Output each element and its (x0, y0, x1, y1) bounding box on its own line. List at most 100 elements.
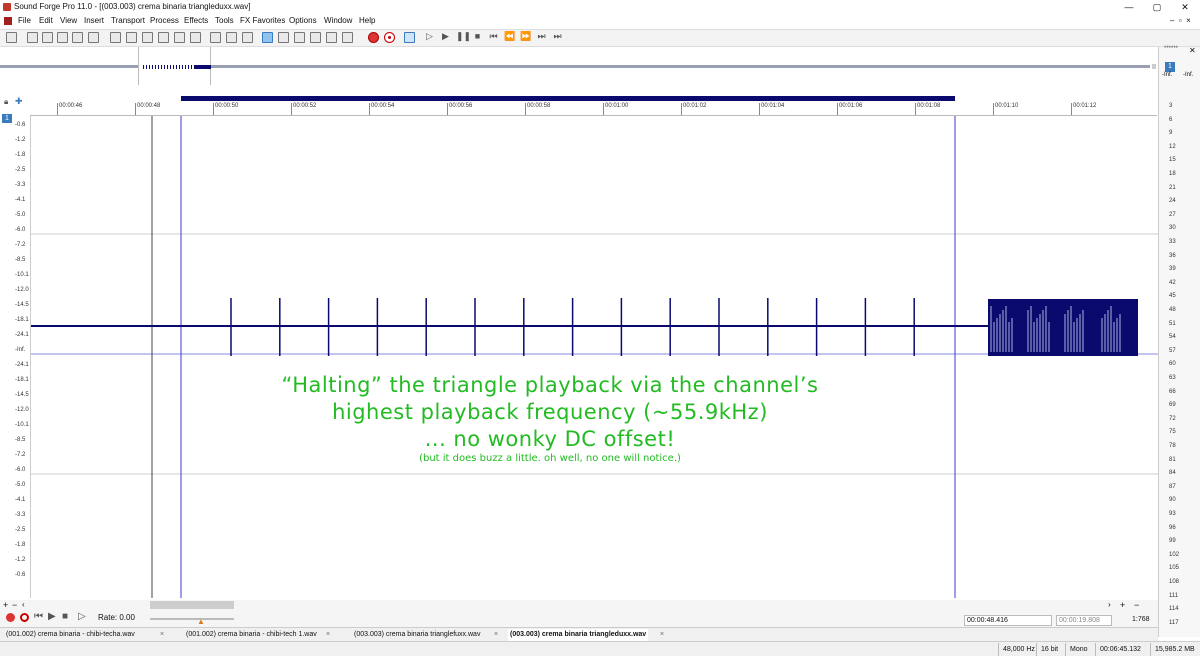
horizontal-scrollbar[interactable] (150, 601, 234, 609)
render-icon[interactable] (72, 32, 83, 43)
record-arm-icon[interactable] (384, 32, 395, 43)
menu-fx-favorites[interactable]: FX Favorites (240, 14, 285, 27)
play-all-icon[interactable]: ▷ (424, 32, 435, 43)
db-scale-label: -8.5 (15, 257, 26, 263)
app-icon (3, 3, 11, 11)
loop-icon[interactable] (404, 32, 415, 43)
event-tool-icon[interactable] (326, 32, 337, 43)
overview-wave-block (194, 65, 211, 69)
properties-icon[interactable] (88, 32, 99, 43)
length-field[interactable]: 00:00:19.808 (1056, 615, 1112, 626)
menu-help[interactable]: Help (359, 14, 375, 27)
stop-icon[interactable]: ■ (62, 611, 68, 622)
play-icon[interactable]: ▶ (440, 32, 451, 43)
maximize-button[interactable]: ▢ (1146, 0, 1168, 14)
trim-icon[interactable] (190, 32, 201, 43)
snap-marker-icon[interactable]: ✚ (15, 96, 23, 107)
forward-icon[interactable]: ⏩ (520, 32, 531, 43)
play-icon[interactable]: ▶ (48, 611, 56, 622)
meter-scale-label: 21 (1169, 184, 1176, 191)
scroll-right-icon[interactable]: › (1108, 600, 1111, 609)
position-field[interactable]: 00:00:48.416 (964, 615, 1052, 626)
channel-badge[interactable]: 1 (2, 114, 12, 123)
zoom-in-icon[interactable]: + (3, 600, 8, 610)
scroll-left-icon[interactable]: ‹ (22, 600, 25, 609)
menu-effects[interactable]: Effects (184, 14, 208, 27)
mdi-controls[interactable]: – ▫ × (1170, 14, 1191, 27)
doc-tab-1[interactable]: (001.002) crema binaria - chibi-techa.wa… (6, 629, 135, 641)
vzoom-out-icon[interactable]: − (1134, 600, 1139, 610)
save-as-icon[interactable] (57, 32, 68, 43)
magnify-tool-icon[interactable] (278, 32, 289, 43)
rate-slider[interactable] (150, 618, 234, 620)
rate-slider-thumb[interactable]: ▲ (197, 617, 205, 626)
snap-icon[interactable] (342, 32, 353, 43)
meter-scale-label: 87 (1169, 483, 1176, 490)
menu-tools[interactable]: Tools (215, 14, 234, 27)
doc-tab-3[interactable]: (003.003) crema binaria trianglefuxx.wav (354, 629, 480, 641)
paste-mix-icon[interactable] (158, 32, 169, 43)
doc-tab-close-icon[interactable]: × (160, 629, 164, 641)
play-normal-icon[interactable]: ▷ (78, 611, 86, 622)
new-file-icon[interactable] (6, 32, 17, 43)
menu-view[interactable]: View (60, 14, 77, 27)
record-button[interactable] (6, 613, 15, 622)
minimize-button[interactable]: — (1118, 0, 1140, 14)
selection-bar[interactable] (181, 96, 955, 101)
meter-scale-label: 12 (1169, 143, 1176, 150)
menu-edit[interactable]: Edit (39, 14, 53, 27)
db-scale-label: -18.1 (15, 317, 29, 323)
record-arm-button[interactable] (20, 613, 29, 622)
meter-scale-label: 15 (1169, 157, 1176, 164)
waveform-view[interactable] (31, 116, 1158, 598)
menu-insert[interactable]: Insert (84, 14, 104, 27)
menu-transport[interactable]: Transport (111, 14, 145, 27)
envelope-tool-icon[interactable] (310, 32, 321, 43)
copy-icon[interactable] (126, 32, 137, 43)
edit-tool-icon[interactable] (262, 32, 273, 43)
waveform-canvas[interactable] (31, 116, 1158, 598)
db-scale-label: -10.1 (15, 272, 29, 278)
lock-icon[interactable]: 🔒︎ (4, 97, 8, 107)
record-icon[interactable] (368, 32, 379, 43)
ruler-tick: 00:00:58 (527, 103, 551, 109)
next-region-icon[interactable]: ⏭ (552, 32, 563, 43)
cut-icon[interactable] (110, 32, 121, 43)
db-scale-label: -0.6 (15, 122, 26, 128)
save-icon[interactable] (42, 32, 53, 43)
overview-view-window[interactable] (138, 47, 211, 85)
redo-icon[interactable] (226, 32, 237, 43)
doc-tab-2[interactable]: (001.002) crema binaria - chibi-tech 1.w… (186, 629, 317, 641)
doc-tab-close-icon[interactable]: × (660, 629, 664, 641)
meter-scale-label: 27 (1169, 211, 1176, 218)
go-to-end-icon[interactable]: ⏭ (536, 32, 547, 43)
zoom-out-icon[interactable]: − (12, 600, 17, 610)
doc-tab-close-icon[interactable]: × (326, 629, 330, 641)
pause-icon[interactable]: ❚❚ (456, 32, 471, 43)
meter-scale-label: 57 (1169, 347, 1176, 354)
menu-file[interactable]: File (18, 14, 31, 27)
vzoom-in-icon[interactable]: + (1120, 600, 1125, 610)
menu-options[interactable]: Options (289, 14, 317, 27)
meter-channel-badge[interactable]: 1 (1165, 62, 1175, 72)
stop-icon[interactable]: ■ (472, 32, 483, 43)
pencil-tool-icon[interactable] (294, 32, 305, 43)
go-to-start-icon[interactable]: ⏮ (488, 32, 499, 43)
meter-scale-label: 108 (1169, 579, 1180, 585)
go-to-start-icon[interactable]: ⏮ (34, 611, 43, 622)
doc-tab-close-icon[interactable]: × (494, 629, 498, 641)
meter-scale-label: 48 (1169, 307, 1176, 313)
doc-tab-active[interactable]: (003.003) crema binaria triangleduxx.wav (508, 629, 649, 641)
db-scale-label: -14.5 (15, 302, 29, 308)
paste-icon[interactable] (142, 32, 153, 43)
close-button[interactable]: ✕ (1174, 0, 1196, 14)
undo-icon[interactable] (210, 32, 221, 43)
paste-crossfade-icon[interactable] (174, 32, 185, 43)
menu-window[interactable]: Window (324, 14, 352, 27)
repeat-icon[interactable] (242, 32, 253, 43)
meter-scale-label: 39 (1169, 266, 1176, 273)
open-file-icon[interactable] (27, 32, 38, 43)
rewind-icon[interactable]: ⏪ (504, 32, 515, 43)
menu-process[interactable]: Process (150, 14, 179, 27)
meter-close-icon[interactable]: ✕ (1189, 46, 1196, 55)
